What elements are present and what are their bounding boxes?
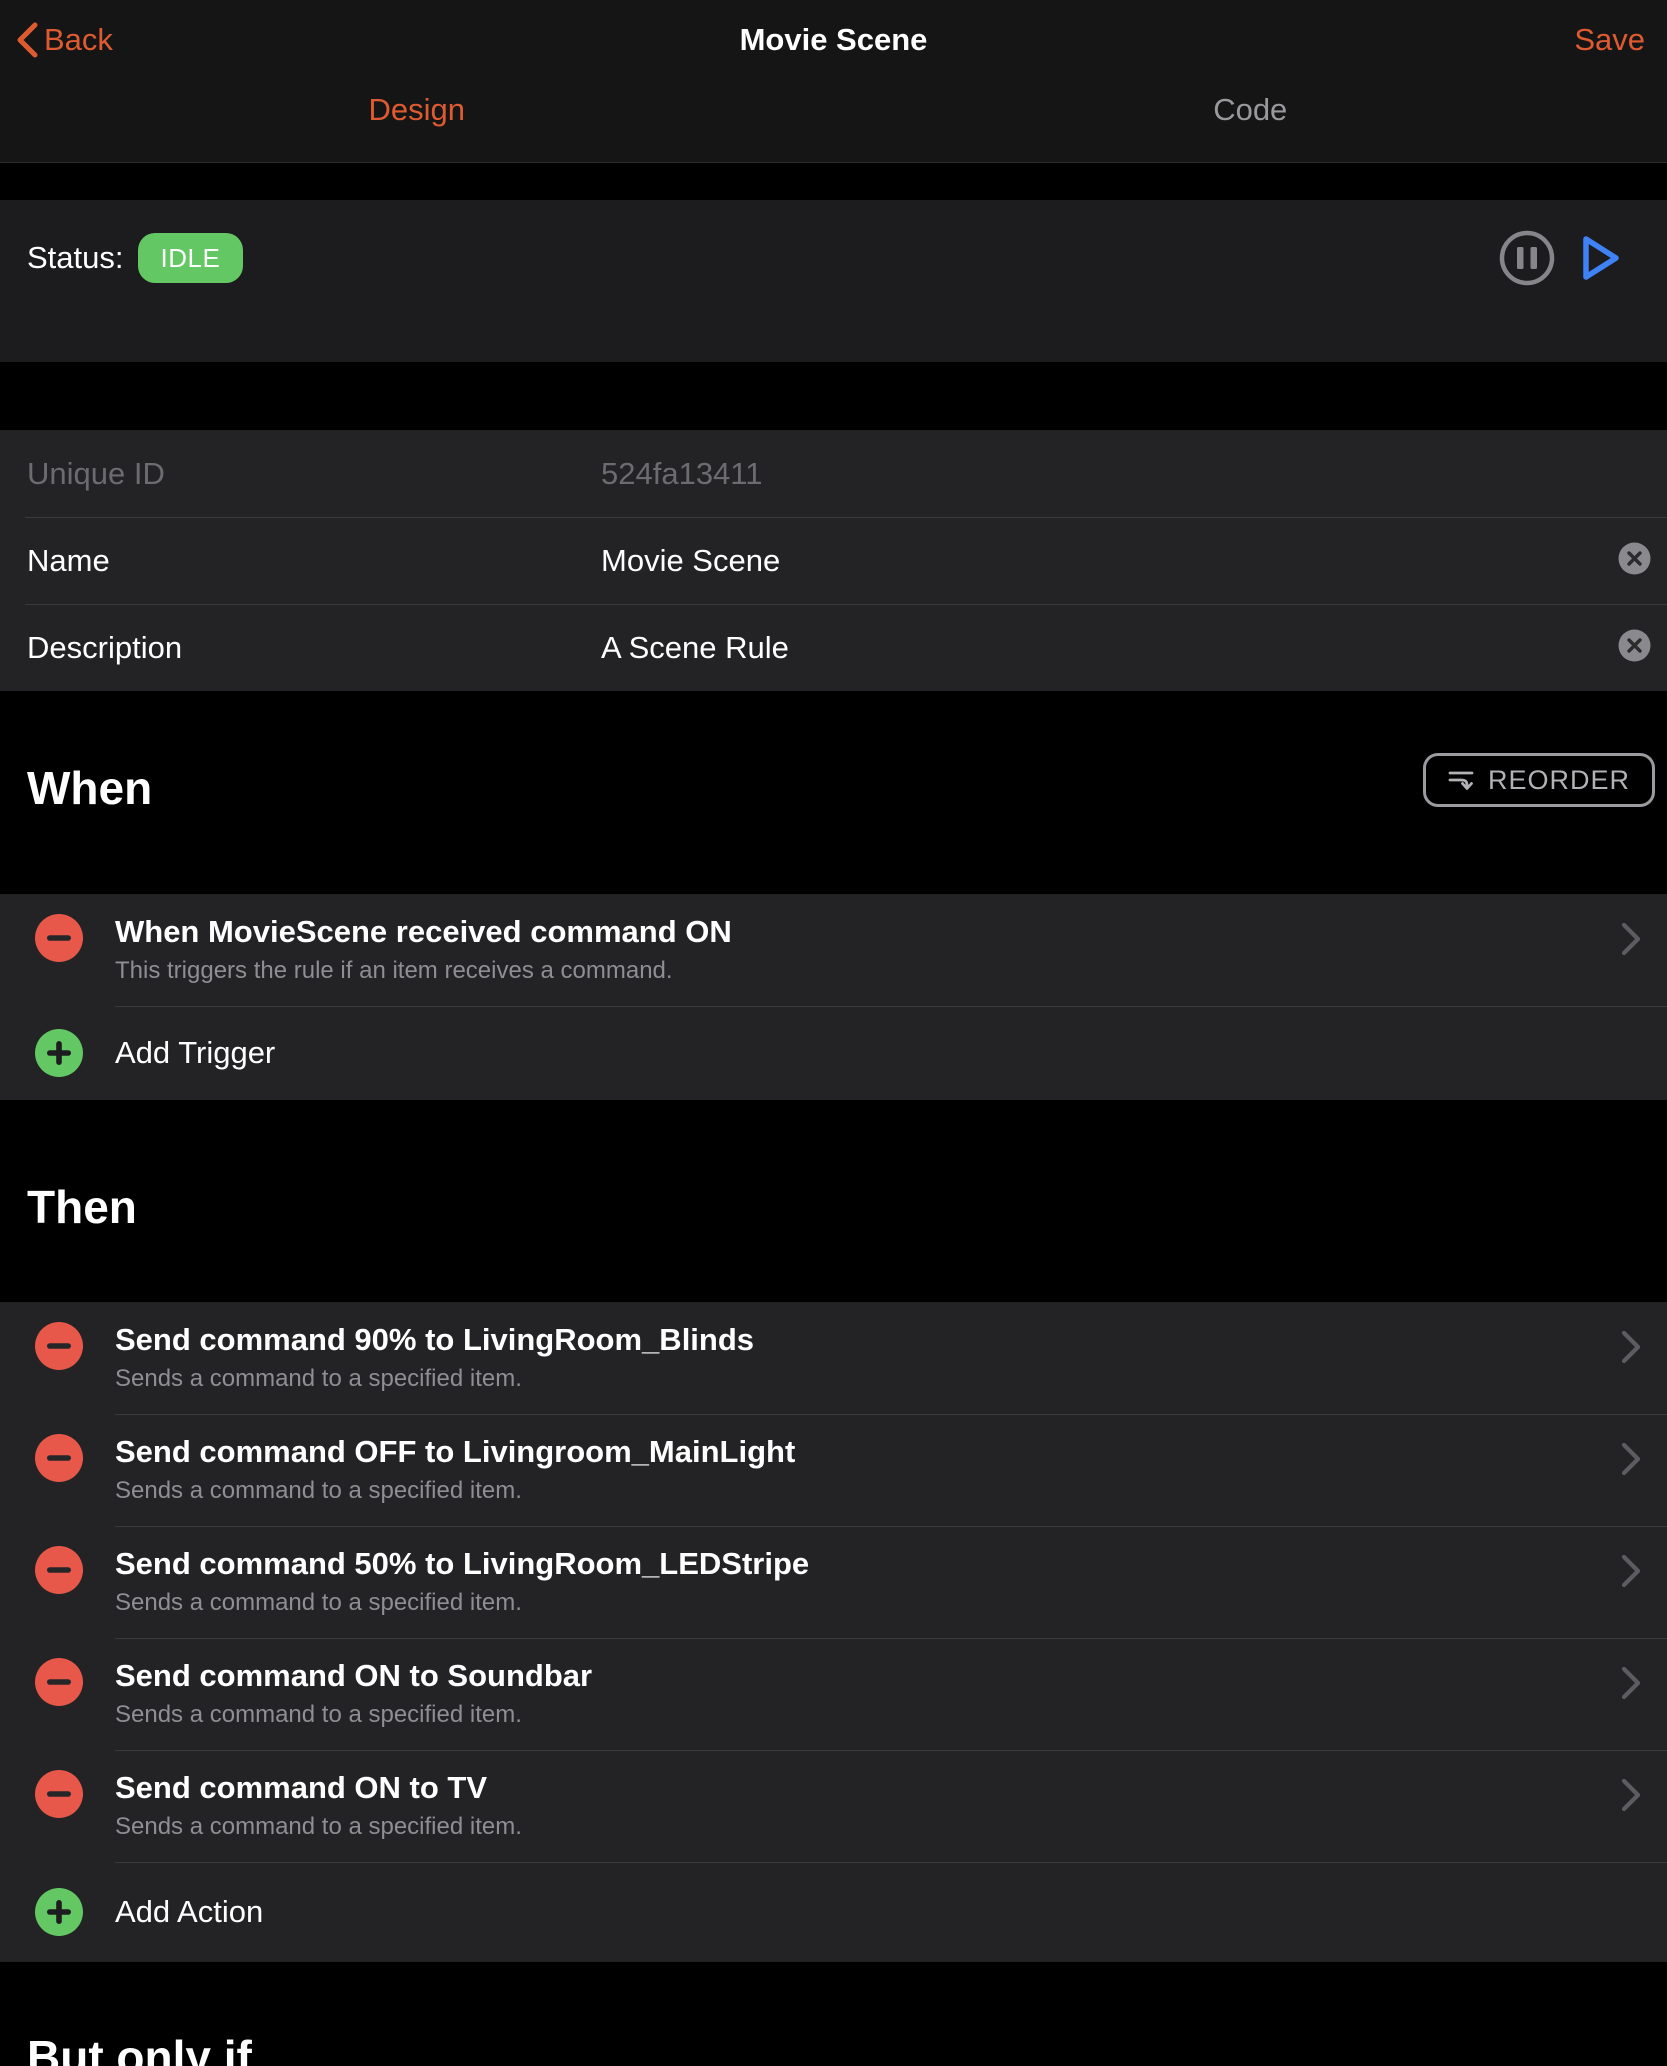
- plus-circle-icon: [35, 1029, 83, 1077]
- rule-form: Unique ID 524fa13411 Name Movie Scene De…: [0, 430, 1667, 691]
- clear-circle-icon: [1618, 542, 1651, 575]
- action-subtitle: Sends a command to a specified item.: [115, 1589, 1597, 1617]
- action-subtitle: Sends a command to a specified item.: [115, 1365, 1597, 1393]
- description-field[interactable]: A Scene Rule: [601, 630, 789, 666]
- delete-action-button[interactable]: [35, 1770, 83, 1823]
- action-title: Send command ON to Soundbar: [115, 1658, 1597, 1694]
- minus-circle-icon: [35, 1322, 83, 1370]
- action-subtitle: Sends a command to a specified item.: [115, 1813, 1597, 1841]
- chevron-right-icon: [1620, 1441, 1642, 1482]
- action-row[interactable]: Send command 50% to LivingRoom_LEDStripe…: [0, 1526, 1667, 1638]
- tab-bar: Design Code: [0, 92, 1667, 128]
- but-only-if-heading: But only if: [27, 2030, 252, 2066]
- then-section-header: Then: [0, 1100, 1667, 1302]
- action-title: Send command OFF to Livingroom_MainLight: [115, 1434, 1597, 1470]
- action-title: Send command 90% to LivingRoom_Blinds: [115, 1322, 1597, 1358]
- back-button[interactable]: Back: [14, 20, 113, 60]
- spacer: [0, 362, 1667, 430]
- reorder-button[interactable]: REORDER: [1423, 753, 1655, 807]
- chevron-right-icon: [1620, 1777, 1642, 1818]
- form-row-description: Description A Scene Rule: [0, 604, 1667, 691]
- status-badge: IDLE: [138, 233, 244, 283]
- delete-trigger-button[interactable]: [35, 914, 83, 967]
- trigger-subtitle: This triggers the rule if an item receiv…: [115, 957, 1597, 985]
- reorder-label: REORDER: [1488, 765, 1630, 796]
- when-heading: When: [27, 761, 152, 815]
- delete-action-button[interactable]: [35, 1546, 83, 1599]
- plus-circle-icon: [35, 1888, 83, 1936]
- delete-action-button[interactable]: [35, 1322, 83, 1375]
- form-row-name: Name Movie Scene: [0, 517, 1667, 604]
- delete-action-button[interactable]: [35, 1658, 83, 1711]
- pause-button[interactable]: [1499, 230, 1555, 286]
- chevron-right-icon: [1620, 1553, 1642, 1594]
- action-row[interactable]: Send command ON to TV Sends a command to…: [0, 1750, 1667, 1862]
- save-button[interactable]: Save: [1574, 22, 1645, 58]
- rule-editor-page: Back Movie Scene Save Design Code Status…: [0, 0, 1667, 2066]
- name-label: Name: [27, 543, 110, 579]
- minus-circle-icon: [35, 914, 83, 962]
- action-row[interactable]: Send command ON to Soundbar Sends a comm…: [0, 1638, 1667, 1750]
- then-heading: Then: [27, 1180, 137, 1234]
- back-label: Back: [44, 22, 113, 58]
- add-action-label: Add Action: [115, 1894, 263, 1930]
- action-subtitle: Sends a command to a specified item.: [115, 1701, 1597, 1729]
- play-button[interactable]: [1573, 230, 1625, 286]
- status-label: Status:: [27, 240, 124, 276]
- play-outline-icon: [1573, 230, 1625, 286]
- chevron-right-icon: [1620, 1665, 1642, 1706]
- delete-action-button[interactable]: [35, 1434, 83, 1487]
- reorder-icon: [1448, 768, 1476, 792]
- name-clear-button[interactable]: [1618, 542, 1651, 580]
- minus-circle-icon: [35, 1770, 83, 1818]
- description-clear-button[interactable]: [1618, 629, 1651, 667]
- tab-code[interactable]: Code: [834, 92, 1667, 128]
- spacer: [0, 163, 1667, 200]
- clear-circle-icon: [1618, 629, 1651, 662]
- description-label: Description: [27, 630, 182, 666]
- action-subtitle: Sends a command to a specified item.: [115, 1477, 1597, 1505]
- unique-id-value: 524fa13411: [601, 456, 762, 492]
- header: Back Movie Scene Save Design Code: [0, 0, 1667, 163]
- triggers-card: When MovieScene received command ON This…: [0, 894, 1667, 1100]
- pause-circle-icon: [1499, 230, 1555, 286]
- page-title: Movie Scene: [0, 14, 1667, 66]
- minus-circle-icon: [35, 1658, 83, 1706]
- tab-design[interactable]: Design: [0, 92, 834, 128]
- add-trigger-button[interactable]: Add Trigger: [0, 1006, 1667, 1100]
- chevron-right-icon: [1620, 921, 1642, 962]
- action-title: Send command ON to TV: [115, 1770, 1597, 1806]
- chevron-left-icon: [14, 20, 40, 60]
- action-row[interactable]: Send command OFF to Livingroom_MainLight…: [0, 1414, 1667, 1526]
- action-title: Send command 50% to LivingRoom_LEDStripe: [115, 1546, 1597, 1582]
- add-action-button[interactable]: Add Action: [0, 1862, 1667, 1962]
- chevron-right-icon: [1620, 1329, 1642, 1370]
- but-only-if-section-header: But only if: [0, 1962, 1667, 2066]
- minus-circle-icon: [35, 1546, 83, 1594]
- add-trigger-label: Add Trigger: [115, 1035, 275, 1071]
- navbar: Back Movie Scene Save: [0, 0, 1667, 66]
- trigger-row[interactable]: When MovieScene received command ON This…: [0, 894, 1667, 1006]
- action-row[interactable]: Send command 90% to LivingRoom_Blinds Se…: [0, 1302, 1667, 1414]
- status-section: Status: IDLE: [0, 200, 1667, 362]
- when-section-header: When REORDER: [0, 691, 1667, 894]
- name-field[interactable]: Movie Scene: [601, 543, 780, 579]
- minus-circle-icon: [35, 1434, 83, 1482]
- form-row-unique-id: Unique ID 524fa13411: [0, 430, 1667, 517]
- actions-card: Send command 90% to LivingRoom_Blinds Se…: [0, 1302, 1667, 1962]
- trigger-title: When MovieScene received command ON: [115, 914, 1597, 950]
- unique-id-label: Unique ID: [27, 456, 165, 492]
